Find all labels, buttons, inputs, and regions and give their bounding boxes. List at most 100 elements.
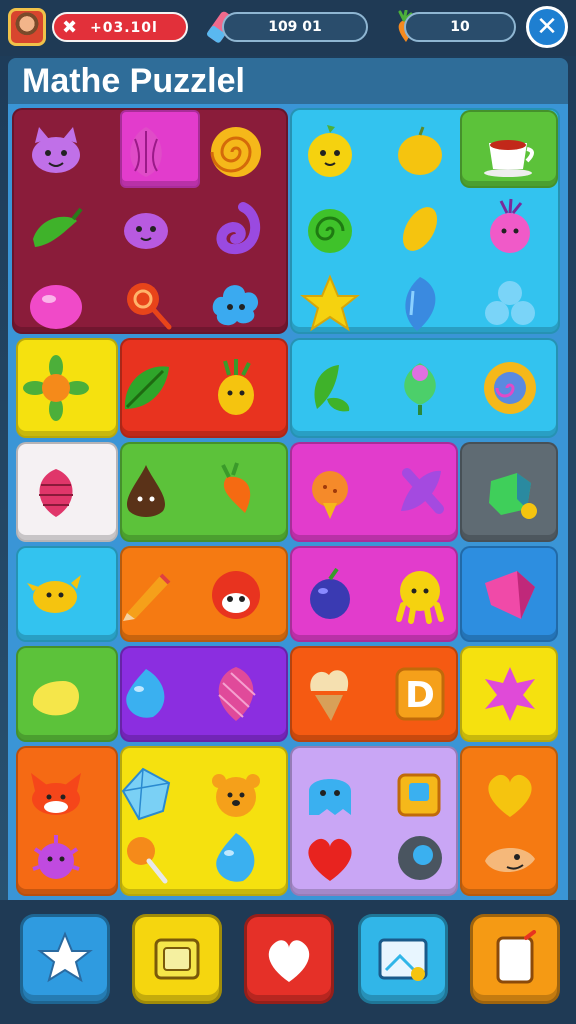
plum-icon <box>310 567 350 619</box>
tile-sunflower[interactable] <box>16 348 96 428</box>
purple-curl-icon <box>216 202 261 255</box>
tile-purple-twist[interactable] <box>380 452 460 532</box>
heart-button[interactable] <box>244 914 334 1004</box>
tile-yellow-blob[interactable] <box>16 654 96 734</box>
tile-pink-radish[interactable] <box>470 188 550 268</box>
sun-swirl-icon <box>484 362 536 414</box>
tile-green-bulb[interactable] <box>380 348 460 428</box>
star-icon <box>37 931 93 983</box>
health-value: +03.10l <box>90 20 158 36</box>
frame-icon <box>154 938 200 980</box>
bottom-toolbar <box>0 900 576 1024</box>
card-button[interactable] <box>470 914 560 1004</box>
swirl-candy-icon <box>210 127 261 177</box>
tile-blue-cloud[interactable] <box>196 264 276 344</box>
purple-blob-icon <box>124 213 168 249</box>
mango-icon <box>402 207 438 251</box>
tile-bear-face-lower[interactable] <box>470 818 550 898</box>
tile-cyan-cluster[interactable] <box>470 264 550 344</box>
carrot-icon <box>221 462 251 513</box>
letter-d-icon: D <box>395 667 445 721</box>
green-cube-icon <box>489 473 537 519</box>
pink-berry-icon <box>39 469 73 517</box>
tile-lollipop[interactable] <box>106 264 186 344</box>
tile-pink-gumdrop[interactable] <box>16 264 96 344</box>
tile-pink-bulb[interactable] <box>106 112 186 192</box>
tile-pencil[interactable] <box>106 554 186 634</box>
tile-green-leaf[interactable] <box>106 348 186 428</box>
frame-button[interactable] <box>132 914 222 1004</box>
yellow-star-icon <box>300 274 360 332</box>
tile-lemon[interactable] <box>380 112 460 192</box>
tile-pink-splat[interactable] <box>470 654 550 734</box>
tile-carrot[interactable] <box>196 452 276 532</box>
tile-heart-lower[interactable] <box>290 818 370 898</box>
tile-cat-face[interactable] <box>16 112 96 192</box>
title-bar: Mathe Puzzlel <box>8 58 568 104</box>
tile-purple-blob[interactable] <box>106 188 186 268</box>
tile-choco-drop[interactable] <box>106 452 186 532</box>
tile-yellow-bird[interactable] <box>16 554 96 634</box>
tile-blue-drop[interactable] <box>106 654 186 734</box>
tile-tea-cup[interactable] <box>470 112 550 192</box>
score-counter: 109 01 <box>222 12 368 42</box>
pink-splat-icon <box>485 667 535 721</box>
yellow-blob-icon <box>32 681 79 716</box>
tile-pink-berry[interactable] <box>16 452 96 532</box>
green-pepper-icon <box>33 207 83 247</box>
card-icon <box>496 930 536 984</box>
tile-green-swirl[interactable] <box>290 188 370 268</box>
tile-pink-crystal[interactable] <box>470 554 550 634</box>
green-swirl-icon <box>308 209 352 253</box>
tile-purple-blob-lower[interactable] <box>16 818 96 898</box>
tile-waffle-cone[interactable] <box>290 654 370 734</box>
cat-face-icon <box>32 127 80 173</box>
tile-orange-root[interactable] <box>290 452 370 532</box>
tile-blue-cloud-lower[interactable] <box>196 818 276 898</box>
tile-red-mushroom[interactable] <box>196 554 276 634</box>
tile-yellow-octopus[interactable] <box>380 554 460 634</box>
svg-text:D: D <box>405 675 435 716</box>
lemon-icon <box>398 126 442 175</box>
bear-face-icon <box>485 847 535 873</box>
tile-pineapple[interactable] <box>196 348 276 428</box>
green-leaf-icon <box>124 366 169 409</box>
purple-blob-icon <box>32 835 80 879</box>
lollipop-icon <box>127 837 168 884</box>
tile-blue-gem[interactable] <box>380 264 460 344</box>
tile-purple-curl[interactable] <box>196 188 276 268</box>
green-bulb-icon <box>404 363 436 415</box>
waffle-cone-icon <box>310 670 349 721</box>
tile-leaf-sprig[interactable] <box>290 348 370 428</box>
top-hud: ✖ +03.10l 109 01 10 ✕ <box>0 0 576 56</box>
tile-blue-ghost-lower[interactable] <box>380 818 460 898</box>
pineapple-icon <box>218 359 254 415</box>
tile-yellow-star[interactable] <box>290 264 370 344</box>
tile-swirl-candy[interactable] <box>196 112 276 192</box>
coin-counter: 10 <box>404 12 516 42</box>
tile-mango[interactable] <box>380 188 460 268</box>
blue-ghost-icon <box>398 836 442 880</box>
leaf-sprig-icon <box>314 365 350 412</box>
tile-green-cube[interactable] <box>470 452 550 532</box>
tile-lollipop-lower[interactable] <box>106 818 186 898</box>
tile-letter-d[interactable]: D <box>380 654 460 734</box>
picture-button[interactable] <box>358 914 448 1004</box>
tile-green-pepper[interactable] <box>16 188 96 268</box>
pink-crystal-icon <box>485 571 535 619</box>
sunflower-icon <box>23 355 89 421</box>
player-avatar[interactable] <box>8 8 46 46</box>
page-title: Mathe Puzzlel <box>22 62 245 100</box>
tile-sun-swirl[interactable] <box>470 348 550 428</box>
blue-drop-icon <box>126 669 165 718</box>
purple-twist-icon <box>401 468 444 514</box>
tile-plum[interactable] <box>290 554 370 634</box>
tile-yellow-chick[interactable] <box>290 112 370 192</box>
score-value: 109 01 <box>268 19 322 35</box>
heart-icon <box>308 838 352 881</box>
tile-pink-shell[interactable] <box>196 654 276 734</box>
star-button[interactable] <box>20 914 110 1004</box>
blue-cloud-icon <box>212 285 259 326</box>
close-button[interactable]: ✕ <box>526 6 568 48</box>
picture-icon <box>378 938 428 981</box>
